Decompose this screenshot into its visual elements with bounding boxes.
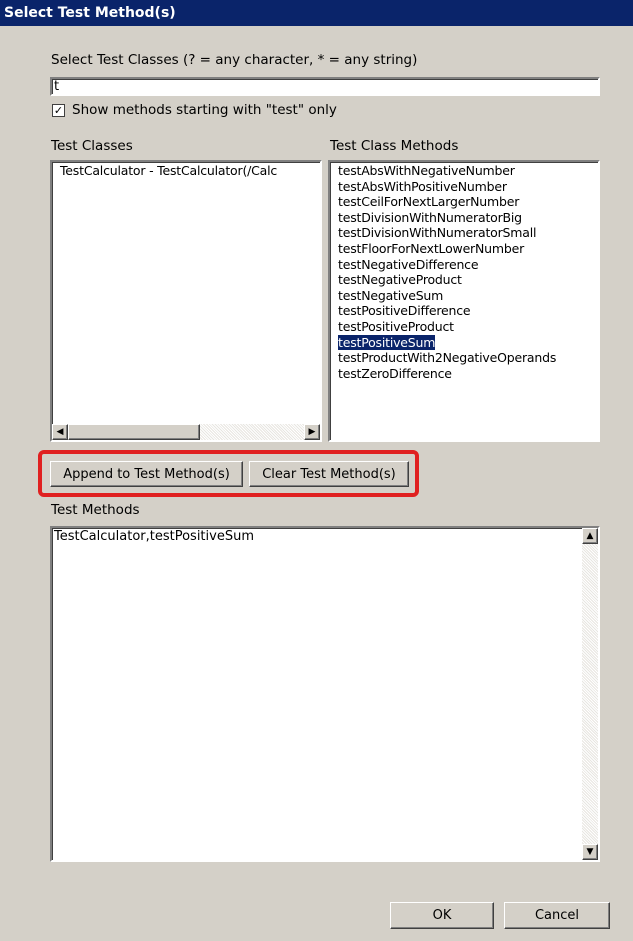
test-methods-value: TestCalculator,testPositiveSum [54,529,254,544]
test-method-item[interactable]: testProductWith2NegativeOperands [330,350,598,366]
test-classes-items: TestCalculator - TestCalculator(/Calc [52,163,320,179]
test-method-item[interactable]: testPositiveProduct [330,319,598,335]
test-method-item[interactable]: testNegativeSum [330,288,598,304]
test-method-item-label: testNegativeDifference [338,256,479,272]
filter-input-value: t [54,79,60,94]
test-classes-list[interactable]: TestCalculator - TestCalculator(/Calc ◀ … [50,160,322,442]
test-class-item[interactable]: TestCalculator - TestCalculator(/Calc [52,163,320,179]
test-method-item[interactable]: testDivisionWithNumeratorBig [330,210,598,226]
filter-label: Select Test Classes (? = any character, … [51,52,418,68]
test-method-item-label: testNegativeSum [338,287,444,303]
test-method-item-label: testPositiveSum [336,333,437,351]
test-method-item[interactable]: testZeroDifference [330,366,598,382]
test-method-item[interactable]: testNegativeDifference [330,257,598,273]
window-title: Select Test Method(s) [4,5,176,21]
test-classes-label: Test Classes [51,138,133,154]
scroll-right-arrow-icon[interactable]: ▶ [304,424,320,440]
test-only-checkbox-label: Show methods starting with "test" only [72,102,337,118]
title-bar: Select Test Method(s) [0,0,633,26]
dialog-window: Select Test Method(s) Select Test Classe… [0,0,633,941]
cancel-button[interactable]: Cancel [504,902,610,929]
test-method-item-label: testAbsWithNegativeNumber [338,163,515,178]
classes-hscrollbar[interactable]: ◀ ▶ [52,424,320,440]
test-methods-textarea[interactable]: TestCalculator,testPositiveSum ▲ ▼ [50,526,600,862]
test-method-item[interactable]: testCeilForNextLargerNumber [330,194,598,210]
test-method-item[interactable]: testDivisionWithNumeratorSmall [330,225,598,241]
ok-button[interactable]: OK [390,902,494,929]
scroll-up-arrow-icon[interactable]: ▲ [582,528,598,544]
test-method-item-label: testNegativeProduct [338,272,462,288]
append-button[interactable]: Append to Test Method(s) [50,461,243,487]
test-only-checkbox[interactable]: ✓ [52,104,65,117]
test-method-item-label: testCeilForNextLargerNumber [338,194,520,210]
scroll-thumb[interactable] [68,424,200,440]
test-method-item[interactable]: testPositiveDifference [330,303,598,319]
scroll-down-arrow-icon[interactable]: ▼ [582,844,598,860]
test-method-item-label: testAbsWithPositiveNumber [338,178,507,194]
test-method-item-label: testDivisionWithNumeratorSmall [338,225,537,241]
test-method-item[interactable]: testFloorForNextLowerNumber [330,241,598,257]
test-method-item-label: testZeroDifference [338,365,452,381]
test-class-methods-list[interactable]: testAbsWithNegativeNumber testAbsWithPosi… [328,160,600,442]
test-method-item[interactable]: testNegativeProduct [330,272,598,288]
clear-button[interactable]: Clear Test Method(s) [249,461,409,487]
test-method-item-label: testProductWith2NegativeOperands [338,350,557,366]
scroll-left-arrow-icon[interactable]: ◀ [52,424,68,440]
test-method-item-label: testPositiveProduct [338,318,454,334]
test-method-item[interactable]: testAbsWithPositiveNumber [330,179,598,195]
test-class-methods-label: Test Class Methods [330,138,459,154]
test-methods-vscrollbar[interactable]: ▲ ▼ [582,528,598,860]
test-method-item[interactable]: testAbsWithNegativeNumber [330,163,598,179]
test-method-item-label: testDivisionWithNumeratorBig [338,209,522,225]
test-method-item[interactable]: testPositiveSum [330,333,598,351]
test-methods-label: Test Methods [51,502,140,518]
test-method-item-label: testPositiveDifference [338,303,471,319]
filter-input[interactable]: t [50,77,600,96]
test-class-item-label: TestCalculator - TestCalculator(/Calc [60,163,278,178]
test-method-item-label: testFloorForNextLowerNumber [338,240,525,256]
test-class-methods-items: testAbsWithNegativeNumber testAbsWithPosi… [330,163,598,381]
